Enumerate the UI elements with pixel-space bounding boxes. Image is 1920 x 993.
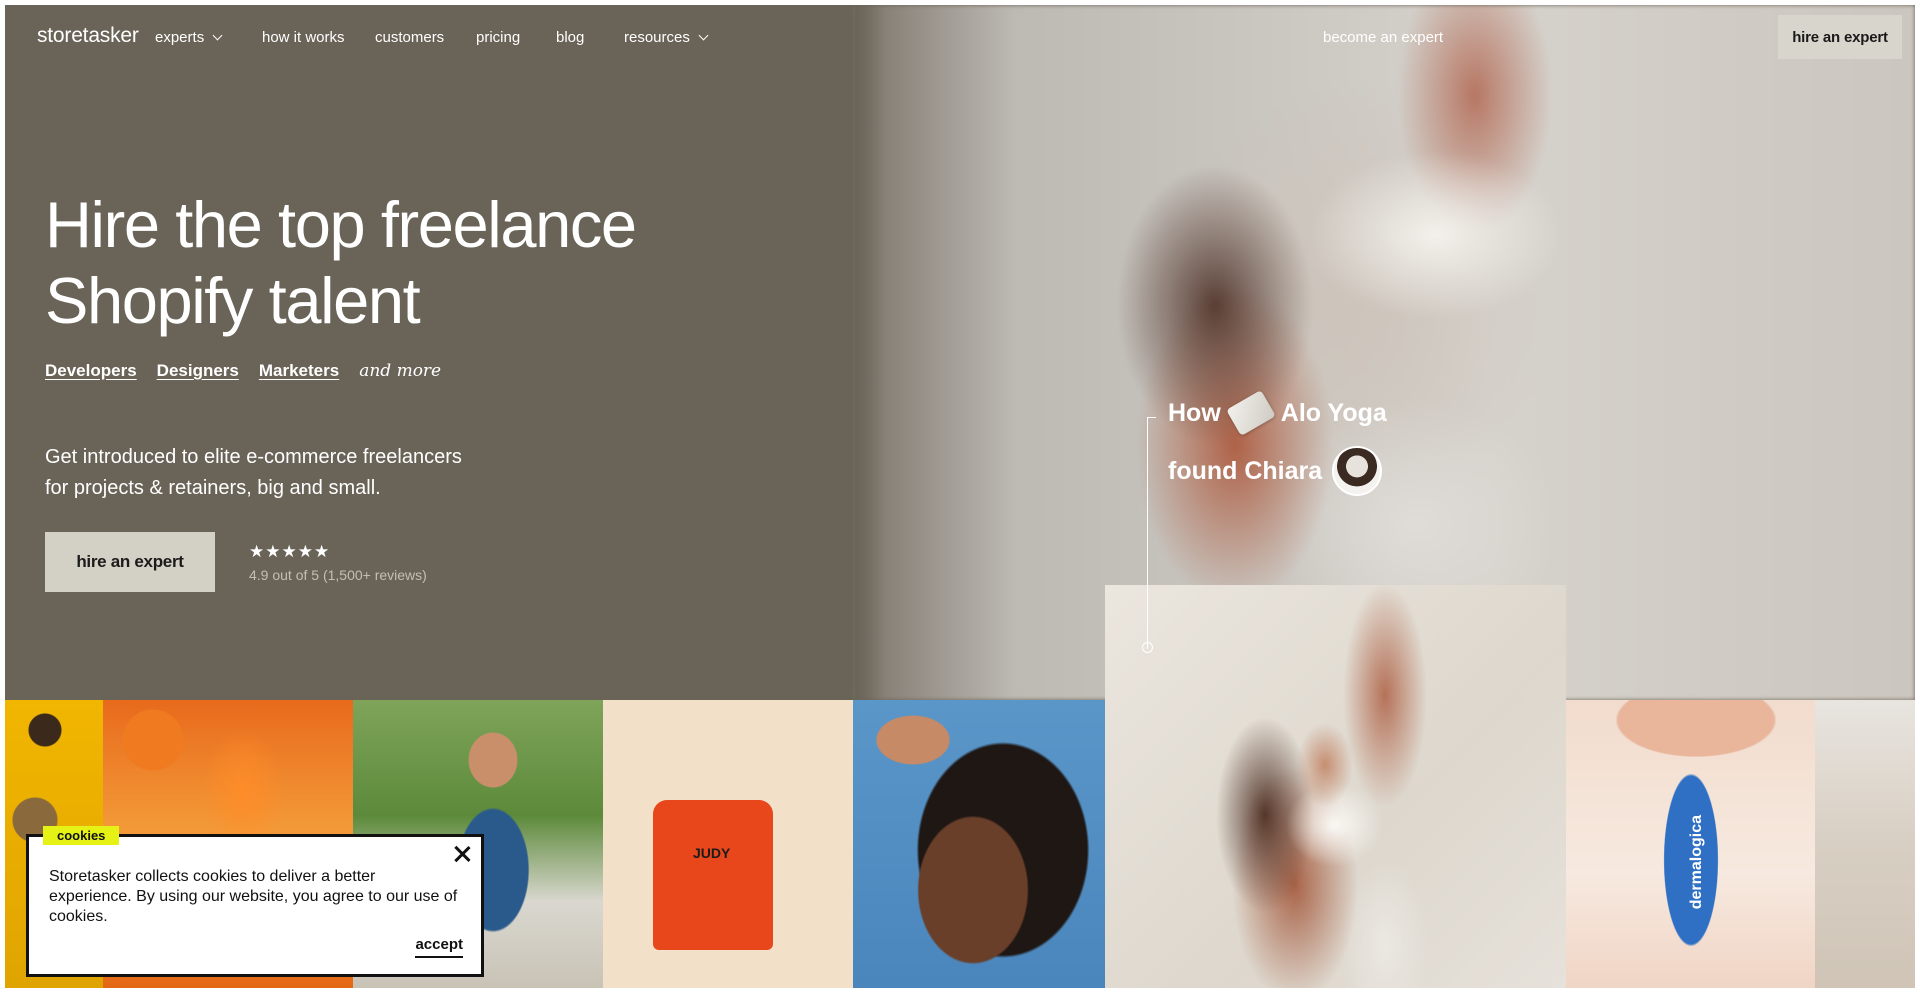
chevron-down-icon [698,30,709,41]
rating-text: 4.9 out of 5 (1,500+ reviews) [249,567,427,583]
headline-line-2: Shopify talent [45,264,421,337]
story-line-2: found Chiara [1168,446,1383,496]
hero-headline: Hire the top freelance Shopify talent [45,187,637,339]
hero-subtext: Get introduced to elite e-commerce freel… [45,442,565,504]
orange-bag-shape [653,800,773,950]
tile-skincare-bottle-image: dermalogica [1566,700,1815,988]
nav-how-it-works[interactable]: how it works [262,29,345,46]
bottle-brand-label: dermalogica [1688,815,1705,910]
story-line-1: How Alo Yoga [1168,390,1387,436]
expert-avatar [1332,446,1383,496]
nav-experts-label: experts [155,29,205,46]
story-connector-tick [1147,417,1156,418]
bag-brand-label: JUDY [693,845,731,861]
category-links: Developers Designers Marketers and more [45,361,441,381]
chevron-down-icon [212,30,223,41]
tile-portrait-woman-image [853,700,1105,988]
tile-bedroom-image [1815,700,1915,988]
nav-pricing[interactable]: pricing [476,29,520,46]
nav-customers[interactable]: customers [375,29,444,46]
story-brand: Alo Yoga [1280,398,1387,427]
hero-hire-expert-button[interactable]: hire an expert [45,532,215,592]
nav-resources-label: resources [624,29,690,46]
hero-panel [5,5,855,700]
nav-experts[interactable]: experts [155,29,223,46]
featured-yoga-image[interactable] [1105,585,1566,988]
story-connector-line [1147,417,1148,649]
nav-hire-expert-button[interactable]: hire an expert [1778,15,1902,59]
top-navigation: storetasker experts how it works custome… [5,5,1915,75]
cookie-text: Storetasker collects cookies to deliver … [49,868,458,925]
cookie-banner: cookies Storetasker collects cookies to … [26,826,484,977]
category-marketers-link[interactable]: Marketers [259,361,339,381]
category-designers-link[interactable]: Designers [157,361,239,381]
story-connector-dot [1142,642,1153,653]
cookie-accept-button[interactable]: accept [415,936,463,958]
become-expert-link[interactable]: become an expert [1323,29,1443,46]
category-more-text: and more [359,361,442,381]
cookie-tag: cookies [43,826,120,845]
story-found: found Chiara [1168,456,1323,485]
nav-resources[interactable]: resources [624,29,709,46]
nav-blog[interactable]: blog [556,29,584,46]
hero-photo-shade [855,5,885,700]
headline-line-1: Hire the top freelance [45,188,637,261]
tile-emergency-bag-image: JUDY [603,700,853,988]
subtext-line-1: Get introduced to elite e-commerce freel… [45,446,462,468]
page-frame: storetasker experts how it works custome… [5,5,1915,988]
category-developers-link[interactable]: Developers [45,361,137,381]
close-icon[interactable] [451,843,473,865]
storetasker-logo[interactable]: storetasker [37,24,139,48]
rating-stars: ★★★★★ [249,542,331,561]
subtext-line-2: for projects & retainers, big and small. [45,477,381,499]
story-how: How [1168,398,1221,427]
